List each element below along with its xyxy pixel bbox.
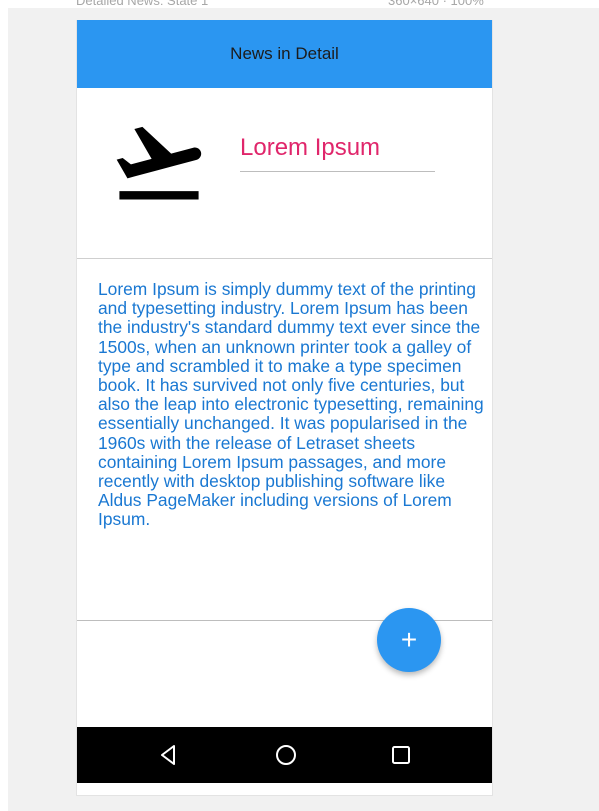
app-bar-title: News in Detail: [230, 44, 339, 63]
recents-button[interactable]: [385, 739, 417, 771]
back-button[interactable]: [152, 739, 184, 771]
caption-right: 360×640 · 100%: [388, 0, 484, 8]
flight-takeoff-icon: [116, 126, 202, 200]
phone-screen: News in Detail Lorem Ipsum Lorem Ipsum i…: [76, 20, 493, 796]
add-button[interactable]: +: [377, 608, 441, 672]
android-nav-bar: [77, 727, 492, 783]
add-icon: +: [400, 624, 418, 655]
headline-underline: [240, 171, 435, 172]
home-circle-icon: [276, 745, 296, 765]
headline-field: Lorem Ipsum: [240, 132, 435, 172]
home-button[interactable]: [270, 739, 302, 771]
recents-square-icon: [392, 746, 410, 764]
news-header: Lorem Ipsum: [77, 88, 492, 259]
app-bar: News in Detail: [77, 20, 492, 88]
caption-left: Detailed News: State 1: [76, 0, 209, 8]
article-body: Lorem Ipsum is simply dummy text of the …: [98, 279, 484, 530]
screen-caption: Detailed News: State 1 360×640 · 100%: [0, 0, 599, 8]
headline: Lorem Ipsum: [240, 134, 381, 161]
back-triangle-icon: [161, 745, 175, 765]
